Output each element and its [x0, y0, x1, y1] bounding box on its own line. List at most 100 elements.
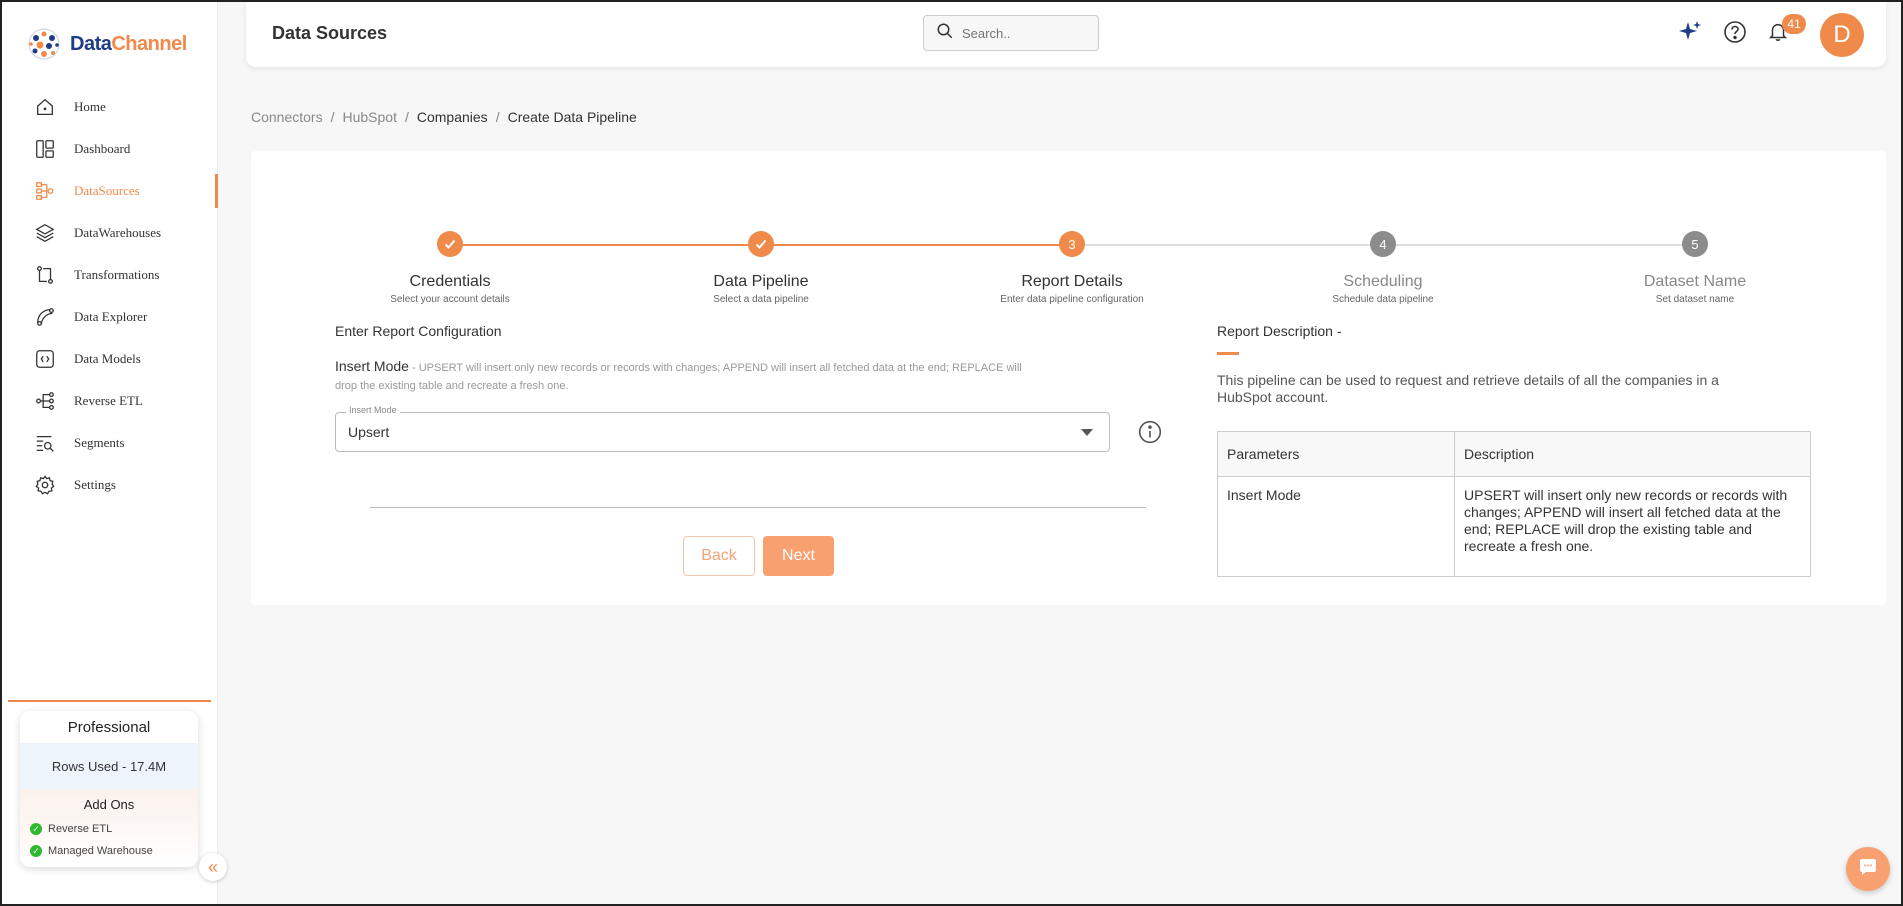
- select-value: Upsert: [348, 424, 390, 440]
- step-title: Report Details: [1021, 273, 1123, 290]
- addons-title: Add Ons: [83, 797, 135, 812]
- form-title: Enter Report Configuration: [335, 323, 502, 339]
- help-circle-icon: [1723, 20, 1747, 49]
- report-description-text: This pipeline can be used to request and…: [1217, 372, 1719, 405]
- breadcrumb-companies[interactable]: Companies: [417, 109, 488, 125]
- explorer-icon: [34, 306, 56, 328]
- breadcrumb-current: Create Data Pipeline: [507, 109, 637, 125]
- sidebar-item-label: Segments: [74, 435, 125, 450]
- step-title: Scheduling: [1343, 273, 1423, 290]
- step-report-details: 3 Report Details Enter data pipeline con…: [952, 231, 1192, 305]
- plan-divider: [8, 700, 211, 702]
- double-chevron-left-icon: «: [207, 856, 218, 877]
- step-credentials: Credentials Select your account details: [330, 231, 570, 305]
- page-title: Data Sources: [272, 23, 388, 43]
- breadcrumb-hubspot[interactable]: HubSpot: [342, 109, 396, 125]
- step-subtitle: Select your account details: [390, 294, 510, 305]
- home-icon: [34, 96, 56, 118]
- step-subtitle: Select a data pipeline: [713, 294, 809, 305]
- sidebar-item-label: Data Explorer: [74, 309, 148, 324]
- search-icon: [936, 22, 954, 45]
- insert-mode-help: - UPSERT will insert only new records or…: [335, 362, 1022, 392]
- insert-mode-select[interactable]: Insert Mode Upsert: [335, 405, 1110, 452]
- ai-sparkle-button[interactable]: [1676, 20, 1704, 48]
- top-header: Data Sources 41 D: [246, 2, 1886, 67]
- sparkle-icon: [1677, 19, 1703, 50]
- step-dataset-name: 5 Dataset Name Set dataset name: [1575, 231, 1815, 305]
- sidebar: DataChannel Home Dashboard DataSources D…: [2, 2, 218, 904]
- plan-card: Professional Rows Used - 17.4M Add Ons ✓…: [20, 711, 198, 867]
- datachannel-logo-icon: [26, 26, 62, 62]
- breadcrumb-separator: /: [495, 109, 500, 125]
- check-circle-icon: ✓: [30, 823, 42, 835]
- addon-item: ✓ Reverse ETL: [20, 818, 198, 840]
- insert-mode-heading: Insert Mode: [335, 358, 409, 374]
- report-description-title: Report Description -: [1217, 323, 1342, 339]
- table-header-row: Parameters Description: [1217, 431, 1811, 477]
- step-title: Dataset Name: [1643, 273, 1747, 290]
- create-pipeline-card: Credentials Select your account details …: [251, 151, 1886, 605]
- breadcrumb-separator: /: [330, 109, 335, 125]
- breadcrumb-connectors[interactable]: Connectors: [251, 109, 323, 125]
- sidebar-item-label: Data Models: [74, 351, 141, 366]
- step-check-icon: [748, 231, 774, 257]
- stepper: Credentials Select your account details …: [251, 191, 1886, 305]
- sidebar-item-home[interactable]: Home: [2, 86, 218, 128]
- table-cell: Insert Mode: [1217, 476, 1455, 577]
- sidebar-item-dashboard[interactable]: Dashboard: [2, 128, 218, 170]
- sidebar-item-label: DataWarehouses: [74, 225, 162, 240]
- data-models-icon: [34, 348, 56, 370]
- transform-icon: [34, 264, 56, 286]
- reverse-etl-icon: [34, 390, 56, 412]
- sidebar-item-segments[interactable]: Segments: [2, 422, 218, 464]
- addon-label: Reverse ETL: [48, 823, 113, 835]
- datasources-icon: [34, 180, 56, 202]
- step-subtitle: Schedule data pipeline: [1332, 294, 1434, 305]
- table-header: Description: [1454, 431, 1811, 477]
- sidebar-item-label: Transformations: [74, 267, 160, 282]
- chat-button[interactable]: [1846, 847, 1890, 891]
- sidebar-item-settings[interactable]: Settings: [2, 464, 218, 506]
- logo[interactable]: DataChannel: [26, 26, 187, 62]
- sidebar-item-label: Reverse ETL: [74, 393, 143, 408]
- sidebar-item-label: Settings: [74, 477, 116, 492]
- table-row: Insert Mode UPSERT will insert only new …: [1217, 476, 1811, 577]
- help-button[interactable]: [1721, 20, 1749, 48]
- avatar[interactable]: D: [1820, 13, 1864, 57]
- insert-mode-description: Insert Mode - UPSERT will insert only ne…: [335, 357, 1035, 395]
- step-title: Credentials: [409, 273, 491, 290]
- gear-icon: [34, 474, 56, 496]
- back-button[interactable]: Back: [683, 536, 755, 576]
- sidebar-item-transformations[interactable]: Transformations: [2, 254, 218, 296]
- search-box[interactable]: [923, 15, 1099, 51]
- rows-used: Rows Used - 17.4M: [20, 743, 198, 789]
- addon-label: Managed Warehouse: [48, 845, 153, 857]
- addons-section: Add Ons ✓ Reverse ETL ✓ Managed Warehous…: [20, 789, 198, 867]
- sidebar-item-label: Home: [74, 99, 106, 114]
- step-check-icon: [437, 231, 463, 257]
- step-subtitle: Enter data pipeline configuration: [1000, 294, 1144, 305]
- step-number: 4: [1370, 231, 1396, 257]
- breadcrumb: Connectors / HubSpot / Companies / Creat…: [251, 109, 637, 125]
- sidebar-item-reverse-etl[interactable]: Reverse ETL: [2, 380, 218, 422]
- search-input[interactable]: [962, 25, 1072, 41]
- layers-icon: [34, 222, 56, 244]
- next-button[interactable]: Next: [763, 536, 834, 576]
- sidebar-item-label: Dashboard: [74, 141, 131, 156]
- sidebar-item-label: DataSources: [74, 183, 140, 198]
- sidebar-item-data-models[interactable]: Data Models: [2, 338, 218, 380]
- collapse-sidebar-button[interactable]: «: [199, 853, 227, 881]
- logo-text: DataChannel: [70, 32, 187, 55]
- sidebar-item-data-explorer[interactable]: Data Explorer: [2, 296, 218, 338]
- sidebar-item-datasources[interactable]: DataSources: [2, 170, 218, 212]
- info-icon[interactable]: [1137, 419, 1163, 445]
- plan-name: Professional: [67, 718, 151, 736]
- breadcrumb-separator: /: [404, 109, 409, 125]
- form-divider: [370, 507, 1146, 508]
- dashboard-icon: [34, 138, 56, 160]
- step-data-pipeline: Data Pipeline Select a data pipeline: [641, 231, 881, 305]
- step-number: 5: [1682, 231, 1708, 257]
- sidebar-item-datawarehouses[interactable]: DataWarehouses: [2, 212, 218, 254]
- notification-count-badge: 41: [1782, 14, 1806, 34]
- step-title: Data Pipeline: [713, 273, 809, 290]
